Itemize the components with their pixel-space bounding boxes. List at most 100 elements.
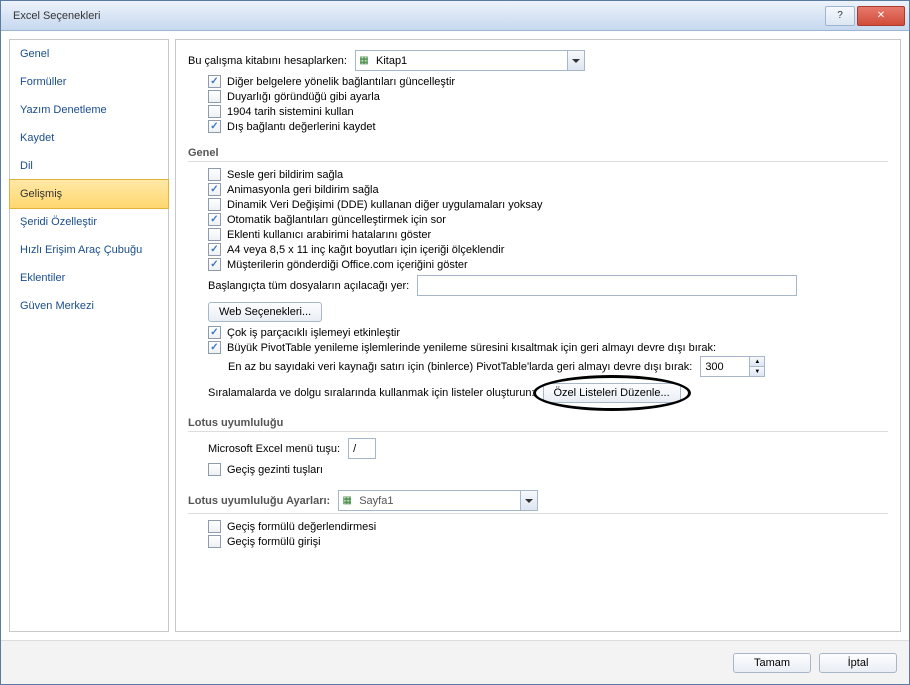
checkbox-icon bbox=[208, 105, 221, 118]
sidebar: Genel Formüller Yazım Denetleme Kaydet D… bbox=[9, 39, 169, 632]
web-options-button[interactable]: Web Seçenekleri... bbox=[208, 302, 322, 322]
lists-row: Sıralamalarda ve dolgu sıralarında kulla… bbox=[208, 383, 888, 403]
chk-auto-links-row[interactable]: Otomatik bağlantıları güncelleştirmek iç… bbox=[208, 213, 888, 226]
chk-update-links-row[interactable]: Diğer belgelere yönelik bağlantıları gün… bbox=[208, 75, 888, 88]
chk-label: Çok iş parçacıklı işlemeyi etkinleştir bbox=[227, 327, 400, 339]
sheet-icon: ▦ bbox=[339, 495, 355, 506]
chk-label: Geçiş formülü girişi bbox=[227, 536, 321, 548]
sidebar-item-label: Eklentiler bbox=[20, 272, 65, 284]
web-opts-row: Web Seçenekleri... bbox=[208, 302, 888, 322]
chk-label: Eklenti kullanıcı arabirimi hatalarını g… bbox=[227, 229, 431, 241]
chk-precision-row[interactable]: Duyarlığı göründüğü gibi ayarla bbox=[208, 90, 888, 103]
checkbox-icon bbox=[208, 75, 221, 88]
checkbox-icon bbox=[208, 535, 221, 548]
btn-label: İptal bbox=[848, 657, 869, 669]
chevron-down-icon bbox=[520, 491, 537, 510]
sidebar-item-quick-access[interactable]: Hızlı Erişim Araç Çubuğu bbox=[10, 236, 168, 264]
chk-label: A4 veya 8,5 x 11 inç kağıt boyutları içi… bbox=[227, 244, 504, 256]
section-lotus: Lotus uyumluluğu bbox=[188, 411, 888, 432]
chk-office-row[interactable]: Müşterilerin gönderdiği Office.com içeri… bbox=[208, 258, 888, 271]
sidebar-item-proofing[interactable]: Yazım Denetleme bbox=[10, 96, 168, 124]
sidebar-item-label: Dil bbox=[20, 160, 33, 172]
chk-transition-eval-row[interactable]: Geçiş formülü değerlendirmesi bbox=[208, 520, 888, 533]
btn-label: Özel Listeleri Düzenle... bbox=[554, 387, 670, 399]
checkbox-icon bbox=[208, 183, 221, 196]
chk-label: Diğer belgelere yönelik bağlantıları gün… bbox=[227, 76, 455, 88]
sidebar-item-label: Formüller bbox=[20, 76, 66, 88]
menu-key-input[interactable] bbox=[348, 438, 376, 459]
chk-multithread-row[interactable]: Çok iş parçacıklı işlemeyi etkinleştir bbox=[208, 326, 888, 339]
sheet-dropdown[interactable]: ▦ Sayfa1 bbox=[338, 490, 538, 511]
chk-label: Otomatik bağlantıları güncelleştirmek iç… bbox=[227, 214, 446, 226]
dialog-footer: Tamam İptal bbox=[1, 640, 909, 684]
excel-icon: ▦ bbox=[356, 55, 372, 66]
checkbox-icon bbox=[208, 198, 221, 211]
chk-label: Sesle geri bildirim sağla bbox=[227, 169, 343, 181]
calc-label: Bu çalışma kitabını hesaplarken: bbox=[188, 55, 347, 67]
btn-label: Web Seçenekleri... bbox=[219, 306, 311, 318]
sidebar-item-label: Hızlı Erişim Araç Çubuğu bbox=[20, 244, 142, 256]
pivot-spin-input[interactable] bbox=[700, 356, 750, 377]
pivot-spin: ▲▼ bbox=[700, 356, 765, 377]
spin-up-icon: ▲ bbox=[750, 357, 764, 367]
sidebar-item-advanced[interactable]: Gelişmiş bbox=[9, 179, 169, 209]
btn-label: Tamam bbox=[754, 657, 790, 669]
edit-custom-lists-button[interactable]: Özel Listeleri Düzenle... bbox=[543, 383, 681, 403]
titlebar-buttons: ? ✕ bbox=[823, 6, 905, 26]
checkbox-icon bbox=[208, 520, 221, 533]
spin-down-icon: ▼ bbox=[750, 367, 764, 376]
pivot-spin-ctl[interactable]: ▲▼ bbox=[750, 356, 765, 377]
chk-label: Animasyonla geri bildirim sağla bbox=[227, 184, 379, 196]
sidebar-item-label: Şeridi Özelleştir bbox=[20, 216, 97, 228]
chk-transition-entry-row[interactable]: Geçiş formülü girişi bbox=[208, 535, 888, 548]
sidebar-item-label: Genel bbox=[20, 48, 49, 60]
sidebar-item-addins[interactable]: Eklentiler bbox=[10, 264, 168, 292]
chk-label: Müşterilerin gönderdiği Office.com içeri… bbox=[227, 259, 468, 271]
sidebar-item-save[interactable]: Kaydet bbox=[10, 124, 168, 152]
chk-1904-row[interactable]: 1904 tarih sistemini kullan bbox=[208, 105, 888, 118]
checkbox-icon bbox=[208, 120, 221, 133]
help-button[interactable]: ? bbox=[825, 6, 855, 26]
menu-key-label: Microsoft Excel menü tuşu: bbox=[208, 443, 340, 455]
dialog-body: Genel Formüller Yazım Denetleme Kaydet D… bbox=[1, 31, 909, 640]
workbook-dropdown[interactable]: ▦ Kitap1 bbox=[355, 50, 585, 71]
chk-a4-row[interactable]: A4 veya 8,5 x 11 inç kağıt boyutları içi… bbox=[208, 243, 888, 256]
chk-dde-row[interactable]: Dinamik Veri Değişimi (DDE) kullanan diğ… bbox=[208, 198, 888, 211]
chk-transition-nav-row[interactable]: Geçiş gezinti tuşları bbox=[208, 463, 888, 476]
sidebar-item-general[interactable]: Genel bbox=[10, 40, 168, 68]
content-pane: Bu çalışma kitabını hesaplarken: ▦ Kitap… bbox=[175, 39, 901, 632]
workbook-dropdown-text: Kitap1 bbox=[372, 55, 567, 67]
pivot-sub-row: En az bu sayıdaki veri kaynağı satırı iç… bbox=[228, 356, 888, 377]
startup-label: Başlangıçta tüm dosyaların açılacağı yer… bbox=[208, 280, 409, 292]
chk-sound-row[interactable]: Sesle geri bildirim sağla bbox=[208, 168, 888, 181]
menu-key-row: Microsoft Excel menü tuşu: bbox=[208, 438, 888, 459]
startup-input[interactable] bbox=[417, 275, 797, 296]
sidebar-item-trust-center[interactable]: Güven Merkezi bbox=[10, 292, 168, 320]
sidebar-item-customize-ribbon[interactable]: Şeridi Özelleştir bbox=[10, 208, 168, 236]
chk-addin-err-row[interactable]: Eklenti kullanıcı arabirimi hatalarını g… bbox=[208, 228, 888, 241]
checkbox-icon bbox=[208, 213, 221, 226]
sidebar-item-label: Güven Merkezi bbox=[20, 300, 94, 312]
sidebar-item-label: Gelişmiş bbox=[20, 188, 62, 200]
checkbox-icon bbox=[208, 228, 221, 241]
cancel-button[interactable]: İptal bbox=[819, 653, 897, 673]
chk-label: 1904 tarih sistemini kullan bbox=[227, 106, 354, 118]
checkbox-icon bbox=[208, 243, 221, 256]
close-button[interactable]: ✕ bbox=[857, 6, 905, 26]
lotus-settings-label: Lotus uyumluluğu Ayarları: bbox=[188, 495, 330, 507]
chk-label: Büyük PivotTable yenileme işlemlerinde y… bbox=[227, 342, 716, 354]
sidebar-item-language[interactable]: Dil bbox=[10, 152, 168, 180]
chk-label: Duyarlığı göründüğü gibi ayarla bbox=[227, 91, 380, 103]
sidebar-item-formulas[interactable]: Formüller bbox=[10, 68, 168, 96]
sheet-dropdown-text: Sayfa1 bbox=[355, 495, 520, 507]
circled-annotation: Özel Listeleri Düzenle... bbox=[543, 383, 681, 403]
section-general: Genel bbox=[188, 141, 888, 162]
chk-save-ext-row[interactable]: Dış bağlantı değerlerini kaydet bbox=[208, 120, 888, 133]
chk-anim-row[interactable]: Animasyonla geri bildirim sağla bbox=[208, 183, 888, 196]
startup-row: Başlangıçta tüm dosyaların açılacağı yer… bbox=[208, 275, 888, 296]
ok-button[interactable]: Tamam bbox=[733, 653, 811, 673]
checkbox-icon bbox=[208, 326, 221, 339]
chk-label: Dış bağlantı değerlerini kaydet bbox=[227, 121, 376, 133]
calc-row: Bu çalışma kitabını hesaplarken: ▦ Kitap… bbox=[188, 50, 888, 71]
chk-pivot-row[interactable]: Büyük PivotTable yenileme işlemlerinde y… bbox=[208, 341, 888, 354]
